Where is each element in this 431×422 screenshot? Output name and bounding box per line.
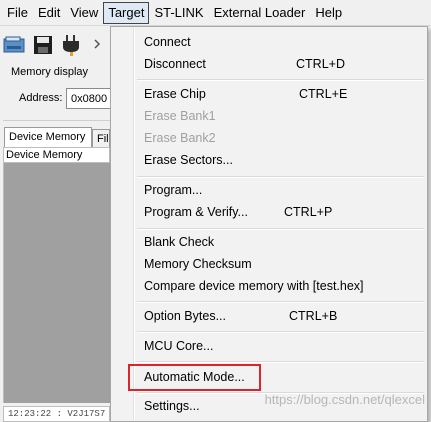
menu-edit[interactable]: Edit bbox=[33, 2, 65, 24]
menu-item-automatic-mode[interactable]: Automatic Mode... bbox=[113, 366, 425, 388]
menu-target[interactable]: Target bbox=[103, 1, 150, 24]
menu-item-memory-checksum[interactable]: Memory Checksum bbox=[113, 253, 425, 275]
group-divider bbox=[3, 120, 110, 121]
menu-item-label: Program... bbox=[144, 183, 203, 197]
connect-plug-icon[interactable] bbox=[60, 32, 82, 58]
stlink-utility-window: File Edit View Target ST-LINK External L… bbox=[0, 0, 431, 422]
menu-item-shortcut: CTRL+B bbox=[289, 309, 338, 323]
panel-title: Device Memory bbox=[3, 147, 110, 163]
menu-item-label: Erase Sectors... bbox=[144, 153, 233, 167]
menu-external-loader[interactable]: External Loader bbox=[209, 2, 311, 24]
address-label: Address: bbox=[19, 92, 63, 104]
menu-item-program[interactable]: Program... bbox=[113, 179, 425, 201]
menu-item-label: Erase Chip bbox=[144, 87, 206, 101]
menu-item-label: Automatic Mode... bbox=[144, 370, 245, 384]
menu-item-connect[interactable]: Connect bbox=[113, 31, 425, 53]
menu-item-label: Memory Checksum bbox=[144, 257, 252, 271]
menu-item-label: Option Bytes... bbox=[144, 309, 226, 323]
memory-display-label: Memory display bbox=[11, 66, 89, 78]
toolbar bbox=[0, 27, 110, 63]
menu-item-program-verify[interactable]: Program & Verify... CTRL+P bbox=[113, 201, 425, 223]
menu-item-label: MCU Core... bbox=[144, 339, 214, 353]
menu-item-erase-bank2: Erase Bank2 bbox=[113, 127, 425, 149]
menu-item-option-bytes[interactable]: Option Bytes... CTRL+B bbox=[113, 305, 425, 327]
menu-item-shortcut: CTRL+P bbox=[284, 205, 333, 219]
log-line: 12:23:22 : V2J17S7 bbox=[3, 406, 110, 422]
tab-file[interactable]: File bbox=[92, 129, 110, 147]
watermark: https://blog.csdn.net/qlexcel bbox=[264, 392, 425, 407]
address-input[interactable] bbox=[66, 88, 116, 109]
menu-item-compare-memory[interactable]: Compare device memory with [test.hex] bbox=[113, 275, 425, 297]
menu-separator bbox=[137, 331, 424, 333]
menu-separator bbox=[137, 228, 424, 230]
menu-separator bbox=[137, 176, 424, 178]
menu-separator bbox=[137, 301, 424, 303]
menu-item-label: Settings... bbox=[144, 399, 200, 413]
save-icon[interactable] bbox=[32, 32, 54, 58]
menu-file[interactable]: File bbox=[2, 2, 33, 24]
memory-panel bbox=[3, 163, 110, 403]
menu-separator bbox=[137, 361, 424, 363]
menu-item-label: Erase Bank1 bbox=[144, 109, 216, 123]
tab-device-memory[interactable]: Device Memory bbox=[4, 127, 92, 147]
disconnect-icon[interactable] bbox=[88, 32, 110, 58]
menubar: File Edit View Target ST-LINK External L… bbox=[0, 0, 431, 26]
menu-item-shortcut: CTRL+E bbox=[299, 87, 348, 101]
menu-item-erase-bank1: Erase Bank1 bbox=[113, 105, 425, 127]
menu-st-link[interactable]: ST-LINK bbox=[149, 2, 208, 24]
menu-item-label: Compare device memory with [test.hex] bbox=[144, 279, 364, 293]
menu-item-erase-sectors[interactable]: Erase Sectors... bbox=[113, 149, 425, 171]
open-file-icon[interactable] bbox=[2, 32, 26, 58]
menu-item-erase-chip[interactable]: Erase Chip CTRL+E bbox=[113, 83, 425, 105]
menu-item-label: Blank Check bbox=[144, 235, 215, 249]
menu-item-label: Disconnect bbox=[144, 57, 206, 71]
menu-item-label: Erase Bank2 bbox=[144, 131, 216, 145]
menu-help[interactable]: Help bbox=[310, 2, 347, 24]
menu-item-blank-check[interactable]: Blank Check bbox=[113, 231, 425, 253]
target-menu-dropdown: Connect Disconnect CTRL+D Erase Chip CTR… bbox=[110, 26, 428, 422]
menu-item-disconnect[interactable]: Disconnect CTRL+D bbox=[113, 53, 425, 75]
menu-item-mcu-core[interactable]: MCU Core... bbox=[113, 335, 425, 357]
menu-item-shortcut: CTRL+D bbox=[296, 57, 345, 71]
menu-item-label: Connect bbox=[144, 35, 191, 49]
menu-separator bbox=[137, 79, 424, 81]
menu-view[interactable]: View bbox=[65, 2, 103, 24]
menu-item-label: Program & Verify... bbox=[144, 205, 248, 219]
